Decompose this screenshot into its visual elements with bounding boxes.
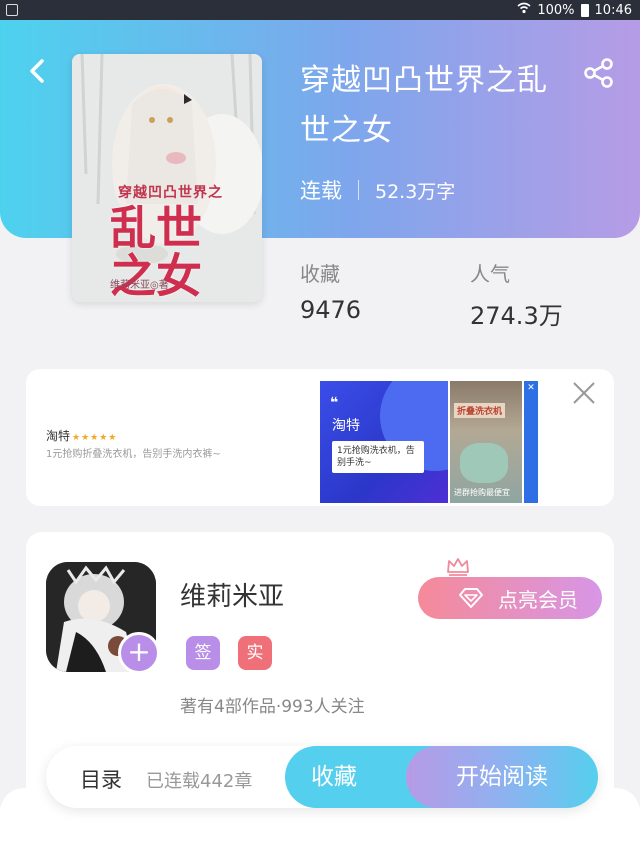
serial-chapter-info: 已连载442章 — [146, 771, 253, 792]
vip-button[interactable]: 点亮会员 — [418, 577, 602, 619]
book-meta: 连载 52.3万字 — [300, 175, 455, 205]
favorites-label: 收藏 — [300, 262, 340, 286]
follow-add-button[interactable]: + — [118, 632, 160, 674]
ad-image2-footer: 进群抢购最便宜 — [454, 488, 510, 497]
diamond-icon — [459, 588, 483, 608]
signed-badge: 签 — [186, 636, 220, 670]
ad-image-side[interactable]: ✕ — [524, 381, 538, 503]
washer-icon — [460, 443, 508, 483]
crown-icon — [447, 558, 469, 576]
toc-button[interactable]: 目录 — [80, 764, 122, 794]
battery-icon — [580, 3, 589, 17]
screenshot-icon — [6, 4, 18, 16]
serial-status: 连载 — [300, 179, 342, 203]
cover-author: 维莉米亚◎著 — [110, 280, 169, 291]
ad-image-title: 淘特 — [332, 418, 360, 434]
ad-description: 1元抢购折叠洗衣机，告别手洗内衣裤~ — [46, 449, 221, 460]
battery-percent: 100% — [537, 2, 575, 18]
verified-badge: 实 — [238, 636, 272, 670]
share-icon[interactable] — [582, 56, 616, 90]
status-bar: 100% 10:46 — [0, 0, 640, 20]
author-name[interactable]: 维莉米亚 — [180, 576, 284, 613]
close-icon[interactable] — [572, 381, 596, 405]
favorites-value: 9476 — [300, 296, 362, 324]
ad-image-product[interactable]: 折叠洗衣机 进群抢购最便宜 — [450, 381, 522, 503]
ad-image-close-icon[interactable]: ✕ — [524, 383, 538, 393]
popularity-value: 274.3万 — [470, 302, 563, 330]
quote-icon: ❝ — [330, 395, 339, 411]
ad-image2-tag: 折叠洗衣机 — [454, 403, 506, 418]
back-icon[interactable] — [26, 58, 48, 84]
book-cover[interactable]: 穿越凹凸世界之 乱世之女 维莉米亚◎著 — [72, 54, 262, 302]
word-count: 52.3万字 — [375, 180, 456, 203]
start-reading-button[interactable]: 开始阅读 — [406, 746, 598, 808]
book-title: 穿越凹凸世界之乱世之女 — [300, 63, 548, 148]
ad-image-bubble: 1元抢购洗衣机，告别手洗~ — [332, 441, 424, 473]
ad-banner[interactable]: 淘特 ★★★★★ 1元抢购折叠洗衣机，告别手洗内衣裤~ ❝ 淘特 1元抢购洗衣机，… — [26, 369, 614, 506]
ad-rating-stars: ★★★★★ — [72, 433, 118, 443]
vip-button-label: 点亮会员 — [498, 587, 578, 612]
ad-brand: 淘特 ★★★★★ — [46, 427, 117, 444]
cover-title-small: 穿越凹凸世界之 — [118, 185, 223, 201]
bottom-action-bar: 目录 已连载442章 收藏 开始阅读 — [46, 746, 598, 808]
author-stats: 著有4部作品·993人关注 — [180, 697, 365, 717]
wifi-icon — [517, 2, 531, 18]
meta-divider — [358, 180, 359, 200]
ad-brand-name: 淘特 — [46, 429, 71, 443]
clock: 10:46 — [594, 2, 632, 18]
ad-image-main[interactable]: ❝ 淘特 1元抢购洗衣机，告别手洗~ — [320, 381, 448, 503]
popularity-label: 人气 — [470, 262, 510, 286]
